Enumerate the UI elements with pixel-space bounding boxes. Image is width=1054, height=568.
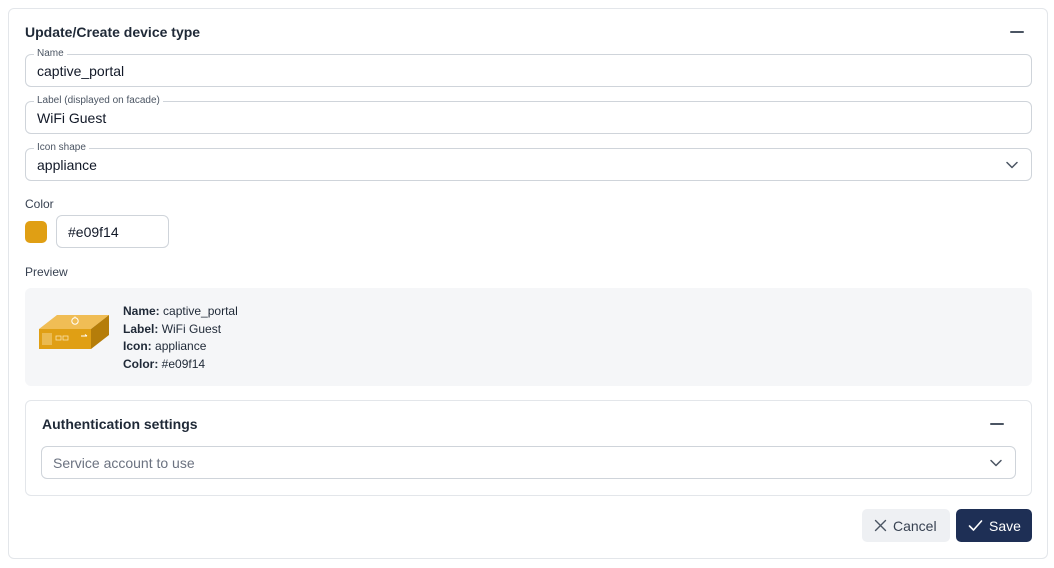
service-account-select[interactable]: Service account to use bbox=[41, 446, 1016, 479]
icon-shape-select[interactable]: Icon shape appliance bbox=[25, 142, 1032, 181]
icon-shape-value: appliance bbox=[37, 157, 97, 173]
name-field-legend: Name bbox=[34, 48, 67, 60]
color-label: Color bbox=[25, 197, 54, 211]
device-type-panel: Update/Create device type Name captive_p… bbox=[8, 8, 1048, 559]
auth-settings-title: Authentication settings bbox=[42, 416, 198, 432]
save-button[interactable]: Save bbox=[956, 509, 1032, 542]
check-icon bbox=[968, 520, 983, 531]
preview-label: Preview bbox=[25, 265, 68, 279]
chevron-down-icon bbox=[990, 459, 1002, 467]
cancel-label: Cancel bbox=[893, 517, 937, 534]
preview-name-value: captive_portal bbox=[163, 304, 238, 318]
preview-details: Name: captive_portal Label: WiFi Guest I… bbox=[123, 303, 238, 373]
label-field[interactable]: Label (displayed on facade) WiFi Guest bbox=[25, 95, 1032, 134]
preview-color-value: #e09f14 bbox=[161, 356, 206, 371]
color-input-value: #e09f14 bbox=[68, 224, 119, 240]
close-icon bbox=[874, 519, 887, 532]
auth-settings-panel: Authentication settings Service account … bbox=[25, 400, 1032, 496]
preview-label-value: WiFi Guest bbox=[161, 321, 222, 336]
color-input[interactable]: #e09f14 bbox=[56, 215, 169, 248]
icon-shape-legend: Icon shape bbox=[34, 142, 89, 154]
name-field[interactable]: Name captive_portal bbox=[25, 48, 1032, 87]
name-field-value: captive_portal bbox=[37, 63, 125, 79]
label-field-value: WiFi Guest bbox=[37, 110, 107, 126]
preview-icon-key: Icon: bbox=[123, 339, 152, 353]
save-label: Save bbox=[989, 517, 1021, 534]
collapse-panel-icon[interactable] bbox=[1009, 24, 1025, 40]
preview-name-key: Name: bbox=[123, 304, 160, 318]
preview-icon-value: appliance bbox=[155, 339, 207, 353]
service-account-placeholder: Service account to use bbox=[53, 455, 195, 471]
appliance-icon bbox=[39, 315, 109, 349]
preview-color-key: Color: bbox=[123, 356, 159, 371]
panel-title: Update/Create device type bbox=[25, 24, 201, 40]
preview-box: Name: captive_portal Label: WiFi Guest I… bbox=[25, 288, 1032, 386]
label-field-legend: Label (displayed on facade) bbox=[34, 95, 163, 107]
chevron-down-icon bbox=[1006, 161, 1018, 169]
collapse-auth-icon[interactable] bbox=[989, 416, 1005, 432]
color-swatch[interactable] bbox=[25, 221, 47, 243]
cancel-button[interactable]: Cancel bbox=[862, 509, 950, 542]
preview-label-key: Label: bbox=[123, 321, 159, 336]
